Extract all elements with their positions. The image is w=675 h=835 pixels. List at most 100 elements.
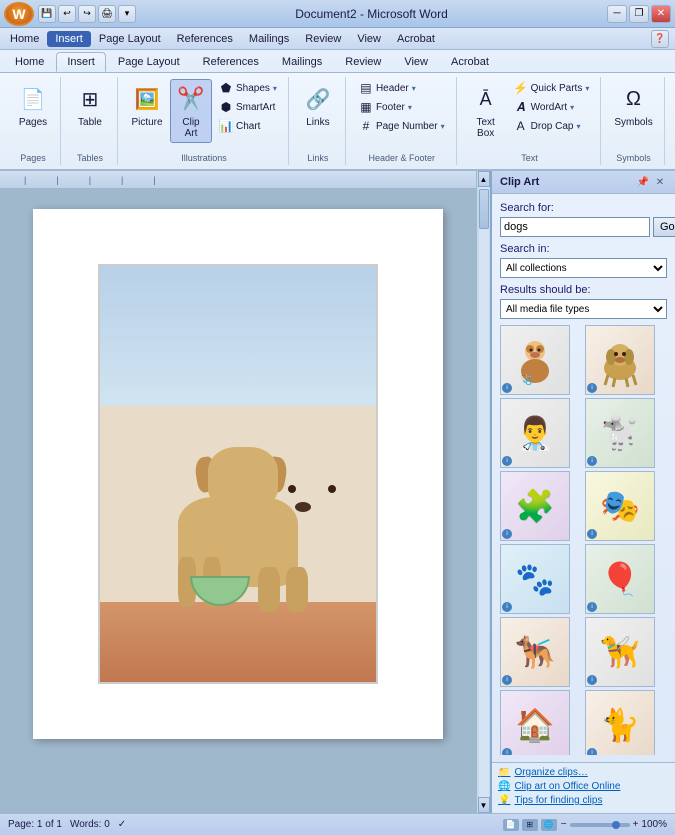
clip-item[interactable]: 🐈 i (585, 690, 655, 755)
tab-page-layout[interactable]: Page Layout (107, 52, 191, 72)
page-number-button[interactable]: # Page Number ▾ (354, 117, 450, 135)
picture-button[interactable]: 🖼️ Picture (126, 79, 168, 132)
clip-art-panel: Clip Art 📌 ✕ Search for: Go Search in: A… (490, 171, 675, 813)
search-in-dropdown[interactable]: All collections (500, 258, 667, 278)
quick-parts-arrow: ▾ (585, 84, 589, 93)
print-btn[interactable]: 🖨 (98, 5, 116, 23)
clip-badge: i (587, 456, 597, 466)
clip-item[interactable]: i (585, 325, 655, 395)
clip-badge: i (587, 383, 597, 393)
shapes-label: Shapes (236, 83, 270, 94)
title-bar-left: W 💾 ↩ ↪ 🖨 ▾ (4, 2, 136, 26)
clip-art-grid: 🩺 i (500, 325, 667, 755)
tab-acrobat[interactable]: Acrobat (440, 52, 500, 72)
view-normal-btn[interactable]: 📄 (503, 819, 519, 831)
more-btn[interactable]: ▾ (118, 5, 136, 23)
redo-btn[interactable]: ↪ (78, 5, 96, 23)
menu-home[interactable]: Home (2, 31, 47, 47)
chart-icon: 📊 (219, 119, 233, 133)
doc-scrollbar[interactable]: ▲ ▼ (476, 171, 490, 813)
clip-image: 🎭 (586, 472, 654, 540)
clip-art-pin-button[interactable]: 📌 (636, 175, 650, 189)
zoom-out-btn[interactable]: − (561, 819, 567, 830)
minimize-button[interactable]: ─ (607, 5, 627, 23)
office-online-link[interactable]: 🌐 Clip art on Office Online (498, 781, 669, 792)
dog-eye-left (288, 485, 296, 493)
clip-item[interactable]: 🧩 i (500, 471, 570, 541)
tab-review[interactable]: Review (334, 52, 392, 72)
tab-references[interactable]: References (192, 52, 270, 72)
tab-home[interactable]: Home (4, 52, 55, 72)
illustrations-group-label: Illustrations (120, 153, 288, 163)
smartart-button[interactable]: ⬢ SmartArt (214, 98, 282, 116)
undo-btn[interactable]: ↩ (58, 5, 76, 23)
menu-mailings[interactable]: Mailings (241, 31, 297, 47)
document-area[interactable]: ||||| (0, 171, 490, 813)
wordart-arrow: ▾ (570, 103, 574, 112)
restore-button[interactable]: ❐ (629, 5, 649, 23)
search-input[interactable] (500, 217, 650, 237)
menu-acrobat[interactable]: Acrobat (389, 31, 443, 47)
pages-button[interactable]: 📄 Pages (12, 79, 54, 132)
clip-item[interactable]: 🎭 i (585, 471, 655, 541)
menu-page-layout[interactable]: Page Layout (91, 31, 169, 47)
tips-link[interactable]: 💡 Tips for finding clips (498, 795, 669, 806)
ribbon-content: 📄 Pages Pages ⊞ Table Tables 🖼️ Picture (0, 72, 675, 169)
tab-insert[interactable]: Insert (56, 52, 106, 72)
zoom-in-btn[interactable]: + (633, 819, 639, 830)
drop-cap-arrow: ▾ (576, 122, 580, 131)
pages-label: Pages (19, 117, 47, 128)
clip-item[interactable]: 👨‍⚕️ i (500, 398, 570, 468)
links-icon: 🔗 (302, 83, 334, 115)
search-row: Go (500, 217, 667, 237)
view-full-btn[interactable]: ⊞ (522, 819, 538, 831)
clip-item[interactable]: 🐕‍🦺 i (500, 617, 570, 687)
textbox-button[interactable]: Ā TextBox (465, 79, 507, 143)
wordart-label: WordArt (531, 102, 568, 113)
svg-text:🩺: 🩺 (520, 373, 532, 386)
clip-item[interactable]: 🐾 i (500, 544, 570, 614)
footer-button[interactable]: ▦ Footer ▾ (354, 98, 450, 116)
table-button[interactable]: ⊞ Table (69, 79, 111, 132)
header-button[interactable]: ▤ Header ▾ (354, 79, 450, 97)
clip-art-button[interactable]: ✂️ ClipArt (170, 79, 212, 143)
menu-view[interactable]: View (349, 31, 389, 47)
quick-parts-button[interactable]: ⚡ Quick Parts ▾ (509, 79, 595, 97)
picture-icon: 🖼️ (131, 83, 163, 115)
save-btn[interactable]: 💾 (38, 5, 56, 23)
status-right: 📄 ⊞ 🌐 − + 100% (503, 819, 667, 831)
pages-icon: 📄 (17, 83, 49, 115)
menu-review[interactable]: Review (297, 31, 349, 47)
close-button[interactable]: ✕ (651, 5, 671, 23)
clip-item[interactable]: 🩺 i (500, 325, 570, 395)
clip-item[interactable]: 🎈 i (585, 544, 655, 614)
drop-cap-button[interactable]: A Drop Cap ▾ (509, 117, 595, 135)
results-dropdown[interactable]: All media file types (500, 299, 667, 319)
ribbon-group-links: 🔗 Links Links (291, 77, 346, 165)
office-button[interactable]: W (4, 2, 34, 26)
clip-item[interactable]: 🐩 i (585, 398, 655, 468)
ribbon-group-pages-items: 📄 Pages (12, 79, 54, 163)
clip-item[interactable]: 🦮 i (585, 617, 655, 687)
search-in-section: Search in: All collections (500, 243, 667, 278)
search-in-label: Search in: (500, 243, 667, 255)
symbols-label: Symbols (614, 117, 652, 128)
organize-clips-link[interactable]: 📁 Organize clips… (498, 767, 669, 778)
symbols-button[interactable]: Ω Symbols (609, 79, 657, 132)
tab-view[interactable]: View (393, 52, 439, 72)
chart-button[interactable]: 📊 Chart (214, 117, 282, 135)
clip-art-close-button[interactable]: ✕ (653, 175, 667, 189)
menu-insert[interactable]: Insert (47, 31, 91, 47)
header-arrow: ▾ (412, 84, 416, 93)
tab-mailings[interactable]: Mailings (271, 52, 333, 72)
clip-item[interactable]: 🏠 i (500, 690, 570, 755)
clip-image: 🐩 (586, 399, 654, 467)
go-button[interactable]: Go (653, 217, 675, 237)
clip-art-links: 📁 Organize clips… 🌐 Clip art on Office O… (492, 762, 675, 813)
wordart-button[interactable]: 𝑨 WordArt ▾ (509, 98, 595, 116)
links-button[interactable]: 🔗 Links (297, 79, 339, 132)
help-button[interactable]: ❓ (651, 30, 669, 48)
view-web-btn[interactable]: 🌐 (541, 819, 557, 831)
shapes-button[interactable]: ⬟ Shapes ▾ (214, 79, 282, 97)
menu-references[interactable]: References (169, 31, 241, 47)
